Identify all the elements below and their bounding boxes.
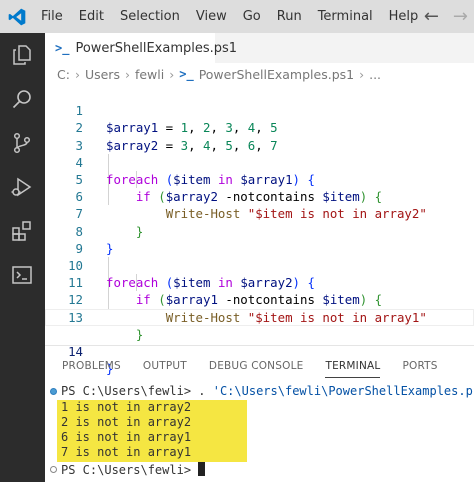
breadcrumb-drive[interactable]: C: — [57, 67, 70, 82]
search-icon[interactable] — [8, 85, 36, 113]
menu-go[interactable]: Go — [235, 0, 269, 33]
code-line-5: 5 if ($array2 -notcontains $item) { — [45, 154, 474, 204]
code-editor[interactable]: 1 $array1 = 1, 2, 3, 4, 5 2 $array2 = 3,… — [45, 85, 474, 376]
source-control-icon[interactable] — [8, 129, 36, 157]
breadcrumb-users[interactable]: Users — [85, 67, 120, 82]
current-line-highlight — [45, 308, 474, 326]
menu-selection[interactable]: Selection — [112, 0, 188, 33]
activity-bar — [0, 33, 45, 482]
panel-tabs: PROBLEMS OUTPUT DEBUG CONSOLE TERMINAL P… — [45, 352, 474, 380]
menu-terminal[interactable]: Terminal — [310, 0, 381, 33]
code-line-12: 12 Write-Host "$item is not in array1" — [45, 274, 474, 324]
code-line-2: 2 $array2 = 3, 4, 5, 6, 7 — [45, 102, 474, 152]
code-line-13: 13 } — [45, 291, 474, 342]
back-arrow-icon[interactable]: ← — [424, 6, 439, 27]
chevron-right-icon: › — [359, 66, 365, 82]
menu-view[interactable]: View — [188, 0, 235, 33]
terminal-cursor — [198, 462, 206, 476]
tab-powershell-examples[interactable]: >_ PowerShellExamples.ps1 — [45, 33, 237, 63]
code-line-7: 7 } — [45, 188, 474, 238]
breadcrumb-fewli[interactable]: fewli — [135, 67, 164, 82]
code-line-9: 9 — [45, 223, 474, 256]
menu-run[interactable]: Run — [269, 0, 310, 33]
code-line-1: 1 $array1 = 1, 2, 3, 4, 5 — [45, 85, 474, 135]
terminal-output-line: 1 is not in array2 — [61, 400, 192, 414]
tab-problems[interactable]: PROBLEMS — [62, 352, 121, 380]
terminal-output-line: 2 is not in array2 — [61, 415, 192, 429]
menu-file[interactable]: File — [33, 0, 71, 33]
breadcrumb: C: › Users › fewli › >_ PowerShellExampl… — [45, 63, 474, 85]
prompt-dot-icon — [50, 466, 57, 473]
tab-debug-console[interactable]: DEBUG CONSOLE — [209, 352, 304, 380]
code-line-8: 8 } — [45, 205, 474, 256]
terminal-output-line: 6 is not in array1 — [61, 430, 192, 444]
code-line-3: 3 — [45, 119, 474, 153]
tab-label: PowerShellExamples.ps1 — [75, 40, 238, 56]
chevron-right-icon: › — [124, 66, 130, 82]
code-line-6: 6 Write-Host "$item is not in array2" — [45, 171, 474, 221]
menu-edit[interactable]: Edit — [71, 0, 112, 33]
code-line-11: 11 if ($array1 -notcontains $item) { — [45, 257, 474, 307]
terminal-output-line: 7 is not in array1 — [61, 445, 192, 459]
navigation-controls: ← → — [424, 0, 468, 33]
terminal-panel-icon[interactable] — [8, 261, 36, 289]
terminal-command-line: PS C:\Users\fewli> . 'C:\Users\fewli\Pow… — [61, 384, 474, 398]
chevron-right-icon: › — [74, 66, 80, 82]
powershell-file-icon: >_ — [55, 41, 70, 55]
run-debug-icon[interactable] — [8, 173, 36, 201]
code-line-10: 10 foreach ($item in $array2) { — [45, 240, 474, 290]
panel-divider — [45, 345, 474, 346]
chevron-right-icon: › — [169, 66, 175, 82]
terminal[interactable]: PS C:\Users\fewli> . 'C:\Users\fewli\Pow… — [45, 384, 474, 482]
code-line-4: 4 foreach ($item in $array1) { — [45, 137, 474, 187]
code-line-14: 14 } — [45, 308, 474, 376]
menu-bar: File Edit Selection View Go Run Terminal… — [33, 0, 426, 33]
extensions-icon[interactable] — [8, 217, 36, 245]
breadcrumb-file[interactable]: PowerShellExamples.ps1 — [199, 67, 354, 82]
powershell-file-icon: >_ — [179, 67, 194, 81]
command-status-dot-icon[interactable] — [50, 388, 57, 395]
editor-tab-bar: >_ PowerShellExamples.ps1 — [45, 33, 474, 63]
breadcrumb-more[interactable]: ... — [369, 67, 381, 82]
tab-output[interactable]: OUTPUT — [143, 352, 187, 380]
tab-ports[interactable]: PORTS — [402, 352, 437, 380]
title-bar: File Edit Selection View Go Run Terminal… — [0, 0, 474, 33]
terminal-prompt-line: PS C:\Users\fewli> — [61, 462, 206, 477]
forward-arrow-icon[interactable]: → — [453, 6, 468, 27]
menu-help[interactable]: Help — [381, 0, 427, 33]
tab-terminal[interactable]: TERMINAL — [325, 352, 381, 380]
vscode-logo-icon — [0, 0, 33, 33]
explorer-files-icon[interactable] — [8, 41, 36, 69]
